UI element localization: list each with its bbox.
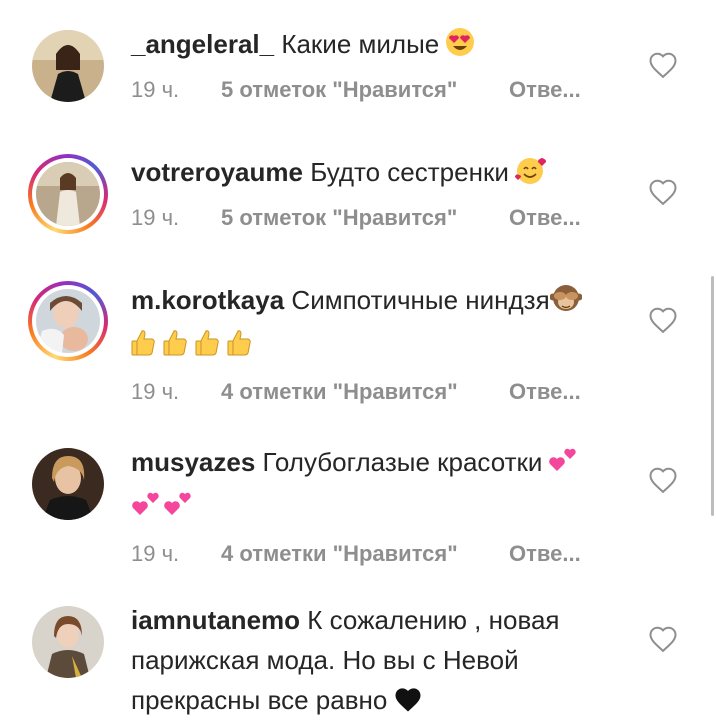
avatar-photo — [32, 30, 104, 102]
comment-body: Какие милые — [281, 29, 440, 59]
avatar-photo — [36, 162, 100, 226]
like-heart-icon[interactable] — [648, 51, 678, 79]
avatar-photo — [36, 289, 100, 353]
comment-meta: 19 ч. 5 отметок "Нравится" Отве... — [131, 200, 611, 236]
two-hearts-icon — [131, 489, 161, 530]
heart-eyes-emoji-icon — [445, 27, 475, 68]
comment-time: 19 ч. — [131, 77, 180, 102]
comment-likes-link[interactable]: 4 отметки "Нравится" — [221, 536, 458, 572]
thumbs-up-icon — [227, 328, 253, 368]
like-heart-icon[interactable] — [648, 466, 678, 494]
comment-likes-link[interactable]: 4 отметки "Нравится" — [221, 374, 458, 410]
reply-button[interactable]: Отве... — [509, 536, 581, 572]
avatar[interactable] — [28, 26, 108, 106]
comment-body: Будто сестренки — [310, 157, 509, 187]
comment-body: Симпотичные ниндзя — [291, 285, 550, 315]
comment-likes-link[interactable]: 5 отметок "Нравится" — [221, 72, 457, 108]
comment-text: iamnutanemo К сожалению , новая парижска… — [131, 600, 601, 724]
comment-time: 19 ч. — [131, 379, 180, 404]
reply-button[interactable]: Отве... — [509, 200, 581, 236]
two-hearts-icon — [163, 489, 193, 530]
like-heart-icon[interactable] — [648, 306, 678, 334]
comment-username[interactable]: m.korotkaya — [131, 285, 284, 315]
comment-username[interactable]: _angeleral_ — [131, 29, 274, 59]
comment-likes-link[interactable]: 5 отметок "Нравится" — [221, 200, 457, 236]
avatar-story-ring[interactable] — [28, 281, 108, 361]
black-heart-icon — [393, 684, 423, 724]
scrollbar[interactable] — [711, 276, 714, 516]
comment-username[interactable]: iamnutanemo — [131, 605, 300, 635]
comment-username[interactable]: musyazes — [131, 447, 255, 477]
avatar-photo — [32, 606, 104, 678]
smiling-face-with-hearts-icon — [514, 155, 547, 196]
comment-time: 19 ч. — [131, 205, 180, 230]
like-heart-icon[interactable] — [648, 178, 678, 206]
comment-body: Голубоглазые красотки — [262, 447, 543, 477]
comment-text: m.korotkaya Симпотичные ниндзя — [131, 280, 611, 368]
comment-meta: 19 ч. 5 отметок "Нравится" Отве... — [131, 72, 611, 108]
comment-text: votreroyaume Будто сестренки — [131, 152, 611, 196]
thumbs-up-icon — [163, 328, 189, 368]
avatar[interactable] — [28, 602, 108, 682]
avatar-ring-gap — [32, 285, 104, 357]
comment-meta: 19 ч. 4 отметки "Нравится" Отве... — [131, 374, 611, 410]
comment-text: musyazes Голубоглазые красотки — [131, 442, 611, 530]
avatar-story-ring[interactable] — [28, 154, 108, 234]
avatar[interactable] — [28, 444, 108, 524]
reply-button[interactable]: Отве... — [509, 72, 581, 108]
see-no-evil-monkey-icon — [549, 283, 583, 324]
comment-time: 19 ч. — [131, 541, 180, 566]
comment-username[interactable]: votreroyaume — [131, 157, 303, 187]
two-hearts-icon — [548, 445, 578, 486]
avatar-ring-gap — [32, 158, 104, 230]
thumbs-up-icon — [131, 328, 157, 368]
like-heart-icon[interactable] — [648, 625, 678, 653]
comment-meta: 19 ч. 4 отметки "Нравится" Отве... — [131, 536, 611, 572]
avatar-photo — [32, 448, 104, 520]
comment-text: _angeleral_ Какие милые — [131, 24, 611, 68]
reply-button[interactable]: Отве... — [509, 374, 581, 410]
thumbs-up-icon — [195, 328, 221, 368]
